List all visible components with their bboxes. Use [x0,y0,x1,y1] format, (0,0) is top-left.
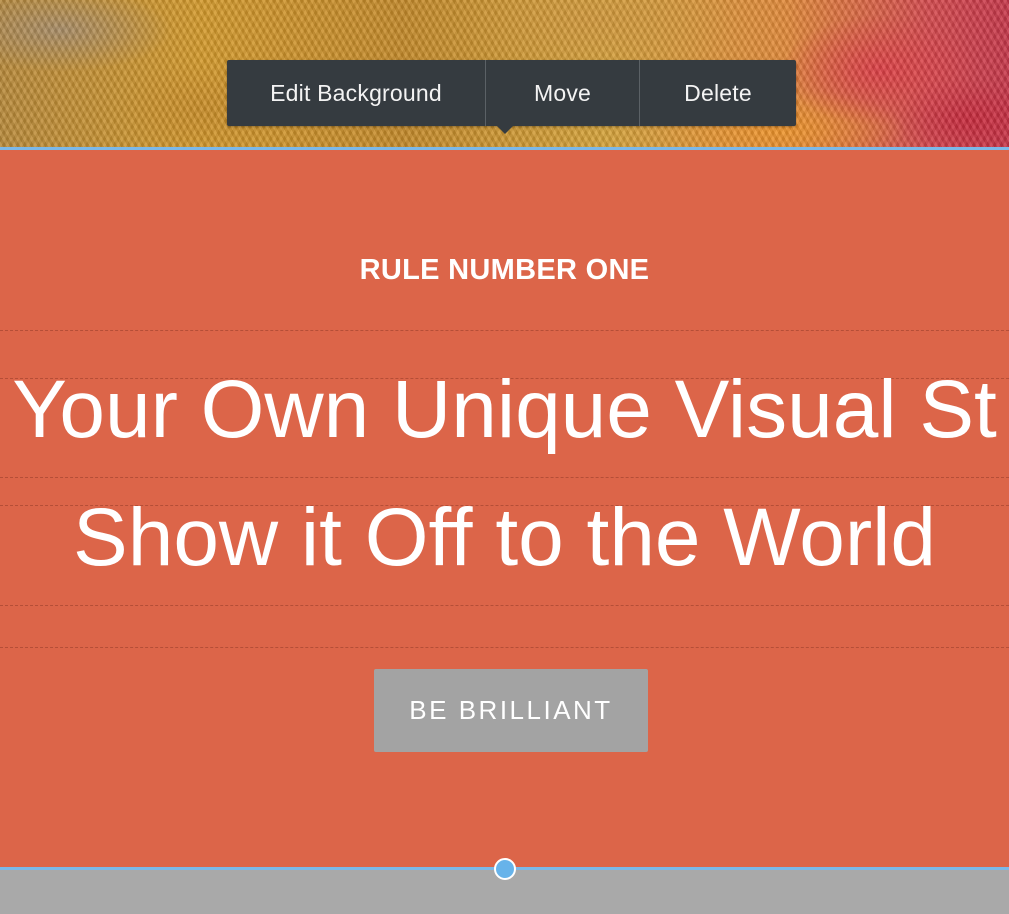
section-resize-handle[interactable] [494,858,516,880]
guide-line [0,605,1009,606]
editor-canvas: Edit Background Move Delete RULE NUMBER … [0,0,1009,914]
section-eyebrow-heading[interactable]: RULE NUMBER ONE [0,254,1009,287]
guide-line [0,647,1009,648]
headline-line-2[interactable]: Show it Off to the World [0,491,1009,585]
be-brilliant-button[interactable]: BE BRILLIANT [374,669,648,752]
selected-content-section[interactable]: RULE NUMBER ONE Your Own Unique Visual S… [0,147,1009,870]
delete-button[interactable]: Delete [640,60,796,126]
guide-line [0,330,1009,331]
section-toolbar: Edit Background Move Delete [227,60,796,134]
guide-line [0,477,1009,478]
headline-line-1[interactable]: Your Own Unique Visual St [0,363,1009,457]
toolbar-pointer-caret-icon [497,126,513,134]
move-button[interactable]: Move [486,60,640,126]
edit-background-button[interactable]: Edit Background [227,60,486,126]
